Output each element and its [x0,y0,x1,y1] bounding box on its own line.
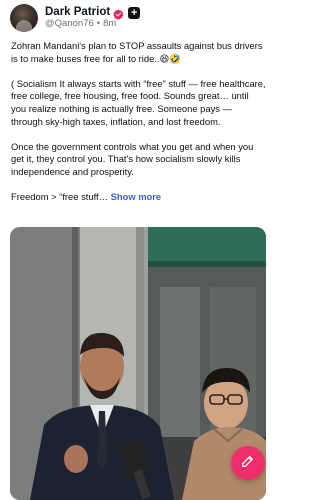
handle[interactable]: @Qanon76 [45,18,94,30]
post-paragraph: ( Socialism It always starts with “free”… [11,77,266,127]
meta-row: @Qanon76 • 8m [45,18,140,30]
compose-icon [240,453,256,474]
avatar[interactable] [10,4,38,32]
verified-icon [113,7,124,20]
post-body: Zohran Mandani's plan to STOP assaults a… [11,40,266,216]
author-block: Dark Patriot + @Qanon76 • 8m [45,6,141,30]
meta-separator: • [96,18,101,30]
video-thumbnail[interactable] [10,227,266,500]
post-header: Dark Patriot + @Qanon76 • 8m [10,3,266,33]
post-truncated-line: Freedom > “free stuff… Show more [11,191,266,204]
post-paragraph: Zohran Mandani's plan to STOP assaults a… [11,40,263,64]
timestamp: 8m [103,18,117,30]
video-frame-illustration [10,227,266,500]
post-card: Dark Patriot + @Qanon76 • 8m Zohran Mand… [0,0,276,500]
compose-button[interactable] [231,446,265,480]
truncated-text: Freedom > “free stuff… [11,191,108,203]
post-paragraph: Once the government controls what you ge… [11,140,254,177]
plus-badge: + [128,6,141,19]
show-more-link[interactable]: Show more [111,191,162,202]
